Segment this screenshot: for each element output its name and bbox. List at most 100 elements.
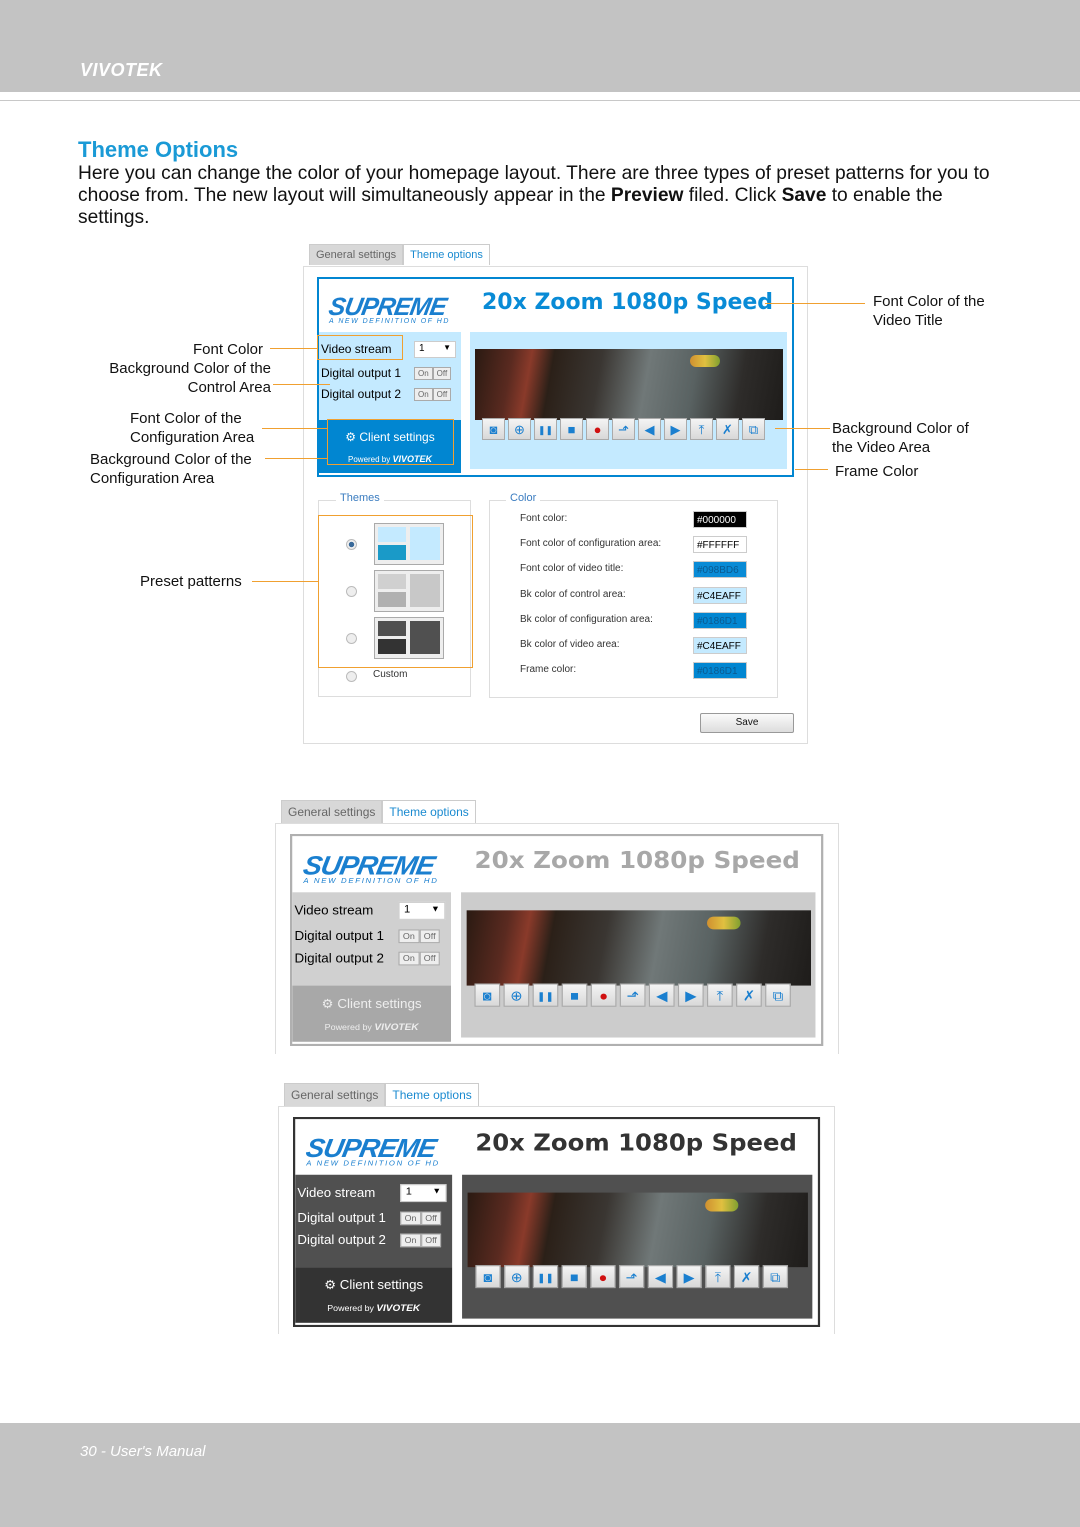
color-value-input[interactable]: #FFFFFF bbox=[693, 536, 747, 554]
callout-text: Font Color of the bbox=[130, 410, 242, 427]
talk-icon[interactable]: ▶ bbox=[664, 418, 687, 440]
video-area: ◙ ⊕ ❚❚ ■ ● ⬏ ◀ ▶ ⤒ ✗ ⧉ bbox=[462, 1174, 813, 1319]
stop-icon[interactable]: ■ bbox=[561, 983, 588, 1007]
tab-theme-options[interactable]: Theme options bbox=[403, 244, 490, 265]
on-button[interactable]: On bbox=[398, 951, 420, 966]
client-settings-link[interactable]: ⚙ Client settings bbox=[295, 1278, 452, 1293]
video-area: ◙ ⊕ ❚❚ ■ ● ⬏ ◀ ▶ ⤒ ✗ ⧉ bbox=[470, 332, 787, 469]
snapshot-icon[interactable]: ◙ bbox=[474, 983, 501, 1007]
pause-icon[interactable]: ❚❚ bbox=[532, 983, 559, 1007]
callout-font-config: Font Color of the Configuration Area bbox=[130, 409, 254, 447]
digital-output-1-toggle: On Off bbox=[400, 1211, 442, 1226]
configuration-area: ⚙ Client settings Powered by VIVOTEK bbox=[292, 985, 451, 1042]
client-settings-link[interactable]: ⚙ Client settings bbox=[292, 996, 451, 1011]
color-value-input[interactable]: #0186D1 bbox=[693, 611, 747, 629]
video-controls: ◙ ⊕ ❚❚ ■ ● ⬏ ◀ ▶ ⤒ ✗ ⧉ bbox=[475, 1265, 789, 1289]
on-button[interactable]: On bbox=[400, 1211, 421, 1226]
off-button[interactable]: Off bbox=[419, 951, 441, 966]
on-button[interactable]: On bbox=[398, 929, 420, 944]
off-button[interactable]: Off bbox=[432, 388, 452, 401]
header-divider bbox=[0, 100, 1080, 101]
supreme-tagline: A NEW DEFINITION OF HD bbox=[306, 1160, 440, 1168]
upload-icon[interactable]: ⤒ bbox=[690, 418, 713, 440]
tab-general-settings[interactable]: General settings bbox=[281, 800, 383, 823]
stop-icon[interactable]: ■ bbox=[561, 1265, 587, 1289]
snapshot-icon[interactable]: ◙ bbox=[482, 418, 505, 440]
para-bold-save: Save bbox=[781, 185, 827, 206]
callout-font-color: Font Color bbox=[192, 341, 263, 358]
video-title: 20x Zoom 1080p Speed bbox=[474, 847, 800, 875]
tab-general-settings[interactable]: General settings bbox=[309, 244, 404, 265]
talk-icon[interactable]: ▶ bbox=[676, 1265, 702, 1289]
upload-icon[interactable]: ⤒ bbox=[707, 983, 733, 1007]
zoom-icon[interactable]: ⊕ bbox=[508, 418, 531, 440]
color-value-input[interactable]: #098BD6 bbox=[693, 561, 747, 579]
video-stream-select[interactable]: 1 ▼ bbox=[400, 1184, 447, 1203]
color-value-input[interactable]: #C4EAFF bbox=[693, 637, 747, 654]
speaker-icon[interactable]: ◀ bbox=[638, 418, 661, 440]
on-button[interactable]: On bbox=[414, 388, 433, 401]
off-button[interactable]: Off bbox=[432, 367, 452, 380]
color-value-input[interactable]: #0186D1 bbox=[693, 662, 747, 680]
record-icon[interactable]: ● bbox=[590, 983, 617, 1007]
mute-mic-icon[interactable]: ✗ bbox=[733, 1265, 760, 1289]
on-button[interactable]: On bbox=[414, 367, 433, 380]
callout-line bbox=[262, 428, 327, 429]
digital-output-1-label: Digital output 1 bbox=[297, 1210, 386, 1226]
tab-general-settings[interactable]: General settings bbox=[284, 1083, 386, 1106]
video-stream-value: 1 bbox=[419, 343, 425, 354]
off-button[interactable]: Off bbox=[420, 1211, 442, 1226]
speaker-icon[interactable]: ◀ bbox=[648, 983, 675, 1007]
tab-theme-options[interactable]: Theme options bbox=[385, 1083, 479, 1106]
snapshot-icon[interactable]: ◙ bbox=[475, 1265, 501, 1289]
color-value-input[interactable]: #000000 bbox=[693, 511, 747, 528]
photo-fruit bbox=[707, 916, 741, 930]
record-icon[interactable]: ● bbox=[586, 418, 609, 440]
zoom-icon[interactable]: ⊕ bbox=[504, 1265, 530, 1289]
highlight-presets bbox=[318, 515, 473, 668]
color-row-label: Frame color: bbox=[520, 664, 577, 676]
fullscreen-icon[interactable]: ⧉ bbox=[742, 418, 765, 440]
video-stream-label: Video stream bbox=[294, 902, 374, 918]
tab-theme-options[interactable]: Theme options bbox=[382, 800, 476, 823]
fullscreen-icon[interactable]: ⧉ bbox=[762, 1265, 789, 1289]
control-area: Video stream 1 ▼ Digital output 1 On Off Digit… bbox=[295, 1174, 453, 1268]
callout-text: the Video Area bbox=[832, 439, 931, 456]
video-stream-value: 1 bbox=[405, 1186, 412, 1198]
save-button[interactable]: Save bbox=[700, 713, 794, 733]
powered-by: Powered by VIVOTEK bbox=[292, 1022, 451, 1033]
preview-frame-gray: SUPREME A NEW DEFINITION OF HD 20x Zoom 10… bbox=[290, 834, 824, 1046]
on-button[interactable]: On bbox=[400, 1233, 421, 1248]
fullscreen-icon[interactable]: ⧉ bbox=[765, 983, 791, 1007]
pause-icon[interactable]: ❚❚ bbox=[534, 418, 557, 440]
color-row-label: Font color: bbox=[520, 513, 568, 524]
off-button[interactable]: Off bbox=[419, 929, 441, 944]
color-row-label: Font color of video title: bbox=[520, 563, 624, 575]
zoom-icon[interactable]: ⊕ bbox=[503, 983, 530, 1007]
pause-icon[interactable]: ❚❚ bbox=[532, 1265, 559, 1289]
video-stream-select[interactable]: 1 ▼ bbox=[414, 341, 456, 358]
stop-icon[interactable]: ■ bbox=[560, 418, 583, 440]
mute-mic-icon[interactable]: ✗ bbox=[736, 983, 762, 1007]
powered-by-label: Powered by bbox=[327, 1303, 374, 1314]
digital-output-2-toggle: On Off bbox=[400, 1233, 442, 1248]
digital-output-2-toggle: On Off bbox=[398, 951, 441, 966]
upload-icon[interactable]: ⤒ bbox=[705, 1265, 731, 1289]
mute-mic-icon[interactable]: ✗ bbox=[716, 418, 739, 440]
record-icon[interactable]: ● bbox=[590, 1265, 616, 1289]
pan-icon[interactable]: ⬏ bbox=[612, 418, 635, 440]
chevron-down-icon: ▼ bbox=[432, 1186, 442, 1196]
theme-radio-custom[interactable] bbox=[346, 671, 357, 682]
callout-text: Font Color of the bbox=[873, 293, 985, 310]
video-stream-select[interactable]: 1 ▼ bbox=[398, 901, 446, 920]
talk-icon[interactable]: ▶ bbox=[677, 983, 704, 1007]
pan-icon[interactable]: ⬏ bbox=[619, 983, 646, 1007]
video-title: 20x Zoom 1080p Speed bbox=[475, 1130, 797, 1157]
off-button[interactable]: Off bbox=[420, 1233, 442, 1248]
configuration-area: ⚙ Client settings Powered by VIVOTEK bbox=[295, 1267, 453, 1323]
speaker-icon[interactable]: ◀ bbox=[647, 1265, 674, 1289]
color-value-input[interactable]: #C4EAFF bbox=[693, 586, 747, 604]
para-text: filed. Click bbox=[683, 185, 782, 206]
color-row-label: Bk color of video area: bbox=[520, 639, 620, 650]
pan-icon[interactable]: ⬏ bbox=[618, 1265, 645, 1289]
